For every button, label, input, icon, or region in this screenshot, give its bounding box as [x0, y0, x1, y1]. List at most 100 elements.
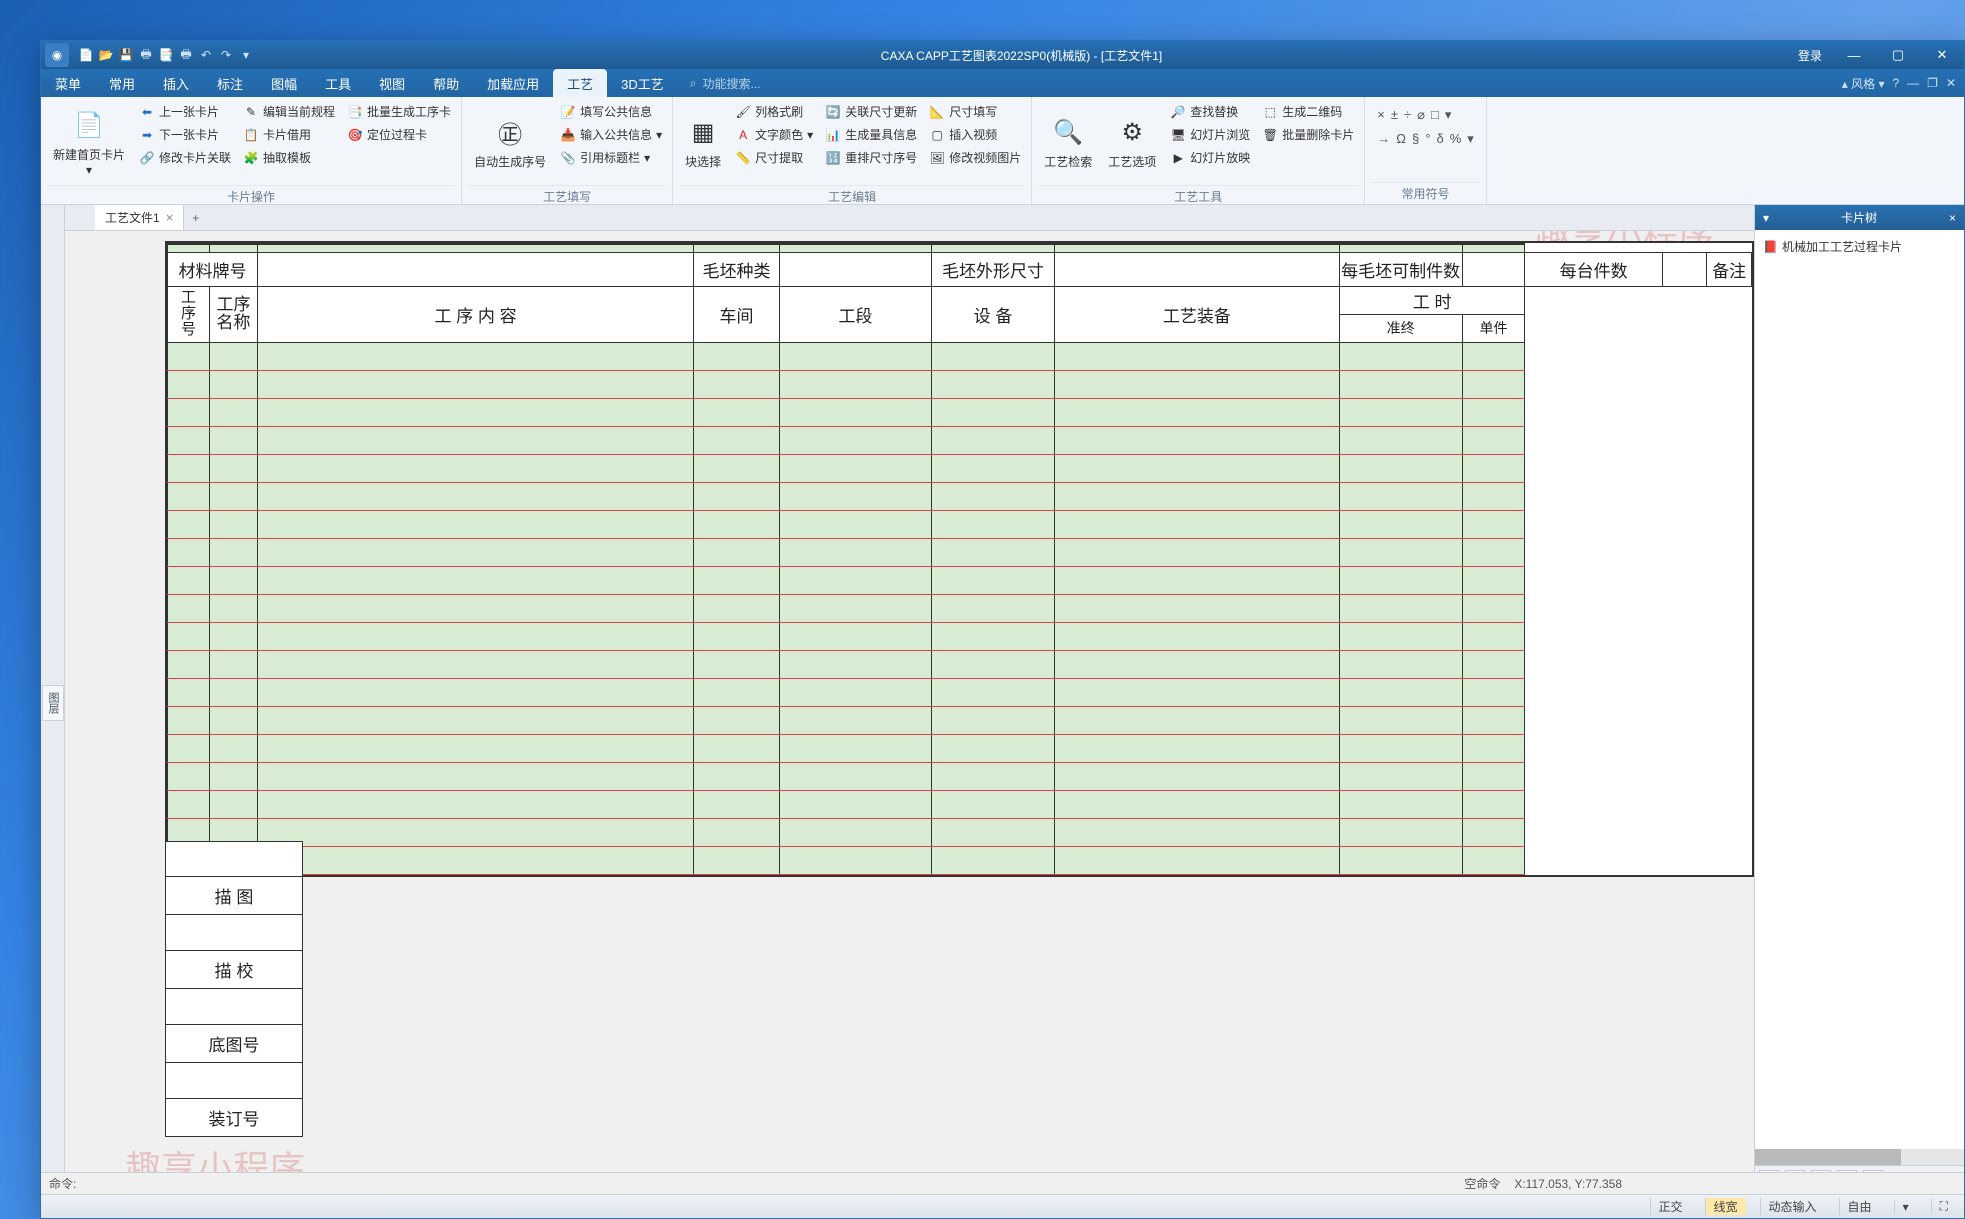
login-button[interactable]: 登录	[1788, 41, 1832, 69]
locate-process-card-button[interactable]: 🎯定位过程卡	[343, 124, 455, 145]
ribbon: 📄新建首页卡片▾ ⬅上一张卡片 ➡下一张卡片 🔗修改卡片关联 ✎编辑当前规程 📋…	[41, 97, 1964, 205]
image-icon: 🖼	[929, 150, 945, 166]
qat-undo-icon[interactable]: ↶	[197, 46, 215, 64]
inner-close-icon[interactable]: ✕	[1946, 76, 1956, 90]
status-lineweight[interactable]: 线宽	[1705, 1198, 1746, 1215]
template-icon: 🧩	[243, 150, 259, 166]
tree-node[interactable]: 📕机械加工工艺过程卡片	[1761, 236, 1958, 257]
find-replace-button[interactable]: 🔎查找替换	[1166, 101, 1254, 122]
status-ortho[interactable]: 正交	[1650, 1198, 1691, 1215]
card-borrow-button[interactable]: 📋卡片借用	[239, 124, 339, 145]
panel-close-icon[interactable]: ×	[1949, 211, 1956, 225]
ribbon-group-fill: ㊣自动生成序号 📝填写公共信息 📥输入公共信息▾ 📎引用标题栏▾ 工艺填写	[462, 97, 673, 204]
cmd-label: 命令:	[49, 1175, 76, 1192]
status-free[interactable]: 自由	[1839, 1198, 1880, 1215]
close-button[interactable]: ✕	[1920, 41, 1964, 69]
close-tab-icon[interactable]: ×	[166, 210, 174, 225]
side-cell[interactable]: 底图号	[165, 1025, 303, 1063]
coords-display: X:117.053, Y:77.358	[1514, 1177, 1622, 1191]
qat-open-icon[interactable]: 📂	[97, 46, 115, 64]
brush-icon: 🖌	[735, 104, 751, 120]
panel-scrollbar[interactable]	[1755, 1149, 1964, 1165]
next-card-button[interactable]: ➡下一张卡片	[135, 124, 235, 145]
slideshow-play-button[interactable]: ▶幻灯片放映	[1166, 147, 1254, 168]
edit-current-procedure-button[interactable]: ✎编辑当前规程	[239, 101, 339, 122]
update-icon: 🔄	[825, 104, 841, 120]
menu-caidan[interactable]: 菜单	[41, 69, 95, 97]
fill-public-info-button[interactable]: 📝填写公共信息	[556, 101, 666, 122]
side-cell[interactable]: 描 校	[165, 951, 303, 989]
add-tab-button[interactable]: +	[184, 211, 207, 225]
qat-save-icon[interactable]: 💾	[117, 46, 135, 64]
menu-tufu[interactable]: 图幅	[257, 69, 311, 97]
qat-print2-icon[interactable]: 🖶	[177, 46, 195, 64]
side-cell[interactable]	[165, 1063, 303, 1099]
search-icon: ⌕	[690, 76, 697, 91]
batch-delete-card-button[interactable]: 🗑批量删除卡片	[1258, 124, 1358, 145]
side-cell[interactable]	[165, 841, 303, 877]
doc-tab[interactable]: 工艺文件1×	[95, 205, 184, 230]
qat-new-icon[interactable]: 📄	[77, 46, 95, 64]
input-public-info-button[interactable]: 📥输入公共信息▾	[556, 124, 666, 145]
maximize-button[interactable]: ▢	[1876, 41, 1920, 69]
qat-print-icon[interactable]: 🖶	[137, 46, 155, 64]
insert-video-button[interactable]: ▢插入视频	[925, 124, 1025, 145]
menu-shitu[interactable]: 视图	[365, 69, 419, 97]
dim-fill-button[interactable]: 📐尺寸填写	[925, 101, 1025, 122]
qat-redo-icon[interactable]: ↷	[217, 46, 235, 64]
gen-gauge-info-button[interactable]: 📊生成量具信息	[821, 124, 921, 145]
side-cell[interactable]: 装订号	[165, 1099, 303, 1137]
extract-template-button[interactable]: 🧩抽取模板	[239, 147, 339, 168]
auto-gen-seq-button[interactable]: ㊣自动生成序号	[468, 101, 552, 185]
menu-changyong[interactable]: 常用	[95, 69, 149, 97]
prev-card-button[interactable]: ⬅上一张卡片	[135, 101, 235, 122]
process-search-button[interactable]: 🔍工艺检索	[1038, 101, 1098, 185]
help-icon[interactable]: ?	[1892, 76, 1899, 90]
menu-3d[interactable]: 3D工艺	[607, 69, 678, 97]
ref-title-block-button[interactable]: 📎引用标题栏▾	[556, 147, 666, 168]
edit-icon: ✎	[243, 104, 259, 120]
side-cell[interactable]	[165, 915, 303, 951]
menu-charu[interactable]: 插入	[149, 69, 203, 97]
col-format-painter-button[interactable]: 🖌列格式刷	[731, 101, 817, 122]
qat-more-icon[interactable]: ▾	[237, 46, 255, 64]
status-dyninput[interactable]: 动态输入	[1760, 1198, 1825, 1215]
card-tree-panel: ▾卡片树× 📕机械加工工艺过程卡片 ⊞ 📁 ☰ ≣ ↻	[1754, 205, 1964, 1194]
status-more-icon[interactable]: ▾	[1894, 1200, 1917, 1214]
app-icon[interactable]: ◉	[45, 43, 69, 67]
symbol-row-1[interactable]: ×±÷⌀□▾	[1377, 107, 1474, 123]
menu-biaozhu[interactable]: 标注	[203, 69, 257, 97]
qat-doc-icon[interactable]: 📑	[157, 46, 175, 64]
menu-gongyi[interactable]: 工艺	[553, 69, 607, 97]
modify-video-img-button[interactable]: 🖼修改视频图片	[925, 147, 1025, 168]
minimize-button[interactable]: —	[1832, 41, 1876, 69]
new-homepage-card-button[interactable]: 📄新建首页卡片▾	[47, 101, 131, 185]
batch-gen-card-button[interactable]: 📑批量生成工序卡	[343, 101, 455, 122]
group-label: 工艺工具	[1038, 185, 1358, 207]
inner-restore-icon[interactable]: ❐	[1927, 76, 1938, 90]
quick-access-toolbar: 📄 📂 💾 🖶 📑 🖶 ↶ ↷ ▾	[77, 46, 255, 64]
menu-gongju[interactable]: 工具	[311, 69, 365, 97]
style-dropdown[interactable]: ▴ 风格 ▾	[1842, 75, 1885, 92]
menu-bangzhu[interactable]: 帮助	[419, 69, 473, 97]
modify-card-link-button[interactable]: 🔗修改卡片关联	[135, 147, 235, 168]
slideshow-browse-button[interactable]: 🖥幻灯片浏览	[1166, 124, 1254, 145]
size-extract-button[interactable]: 📏尺寸提取	[731, 147, 817, 168]
status-expand-icon[interactable]: ⛶	[1931, 1199, 1956, 1214]
symbol-row-2[interactable]: →Ω§°δ%▾	[1377, 131, 1474, 147]
process-options-button[interactable]: ⚙工艺选项	[1102, 101, 1162, 185]
menu-jiazai[interactable]: 加载应用	[473, 69, 553, 97]
side-cell[interactable]	[165, 989, 303, 1025]
left-tab-layers[interactable]: 图层	[42, 685, 64, 721]
reorder-dim-seq-button[interactable]: 🔢重排尺寸序号	[821, 147, 921, 168]
canvas[interactable]: 趣享小程序 趣享小程序 趣享小程序 材料牌号毛坯种类毛坯外形尺寸每毛坯可制件数每…	[65, 231, 1754, 1194]
block-select-button[interactable]: ▦块选择	[679, 101, 727, 185]
text-color-icon: A	[735, 127, 751, 143]
process-sheet[interactable]: 材料牌号毛坯种类毛坯外形尺寸每毛坯可制件数每台件数备注工序号工序名称工 序 内 …	[165, 241, 1754, 877]
gen-qrcode-button[interactable]: ⬚生成二维码	[1258, 101, 1358, 122]
inner-minimize-icon[interactable]: —	[1907, 76, 1919, 90]
link-dim-update-button[interactable]: 🔄关联尺寸更新	[821, 101, 921, 122]
function-search[interactable]: ⌕功能搜索...	[690, 75, 761, 92]
text-color-button[interactable]: A文字颜色▾	[731, 124, 817, 145]
side-cell[interactable]: 描 图	[165, 877, 303, 915]
